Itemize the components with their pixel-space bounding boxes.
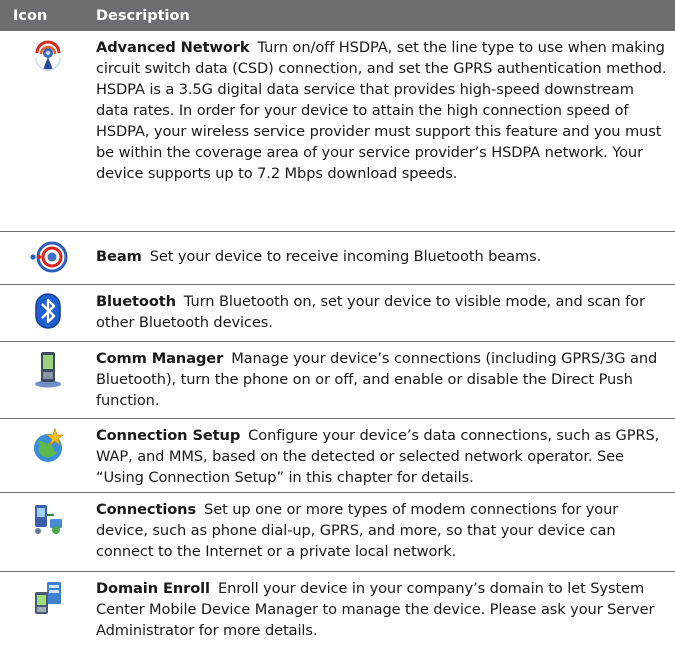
header-description-column: Description <box>96 7 190 24</box>
comm-manager-icon <box>0 342 96 418</box>
connection-setup-icon <box>0 419 96 492</box>
table-row: Bluetooth Turn Bluetooth on, set your dev… <box>0 285 675 342</box>
table-row: Beam Set your device to receive incoming … <box>0 232 675 285</box>
row-text: Set your device to receive incoming Blue… <box>149 248 542 265</box>
table-row: Comm Manager Manage your device’s connect… <box>0 342 675 419</box>
row-description: Beam Set your device to receive incoming … <box>96 232 675 284</box>
beam-icon <box>0 232 96 284</box>
table-row: Connection Setup Configure your device’s … <box>0 419 675 493</box>
row-title: Advanced Network <box>96 39 250 56</box>
row-description: Connections Set up one or more types of m… <box>96 493 675 571</box>
domain-enroll-icon <box>0 572 96 662</box>
row-title: Connection Setup <box>96 427 241 444</box>
row-text: Turn on/off HSDPA, set the line type to … <box>96 39 667 182</box>
table-row: Advanced Network Turn on/off HSDPA, set t… <box>0 31 675 232</box>
settings-icon-table: Icon Description Advanced Network Turn on… <box>0 0 675 662</box>
row-description: Comm Manager Manage your device’s connect… <box>96 342 675 418</box>
row-title: Beam <box>96 248 142 265</box>
bluetooth-icon <box>0 285 96 341</box>
table-header: Icon Description <box>0 0 675 31</box>
row-title: Bluetooth <box>96 293 176 310</box>
row-description: Connection Setup Configure your device’s … <box>96 419 675 492</box>
table-row: Connections Set up one or more types of m… <box>0 493 675 572</box>
row-title: Domain Enroll <box>96 580 210 597</box>
header-icon-column: Icon <box>13 7 48 24</box>
row-description: Domain Enroll Enroll your device in your … <box>96 572 675 662</box>
row-description: Bluetooth Turn Bluetooth on, set your dev… <box>96 285 675 341</box>
table-row: Domain Enroll Enroll your device in your … <box>0 572 675 662</box>
row-text: Turn Bluetooth on, set your device to vi… <box>96 293 645 331</box>
connections-icon <box>0 493 96 571</box>
advanced-network-icon <box>0 31 96 231</box>
row-title: Comm Manager <box>96 350 224 367</box>
row-description: Advanced Network Turn on/off HSDPA, set t… <box>96 31 675 231</box>
row-title: Connections <box>96 501 197 518</box>
